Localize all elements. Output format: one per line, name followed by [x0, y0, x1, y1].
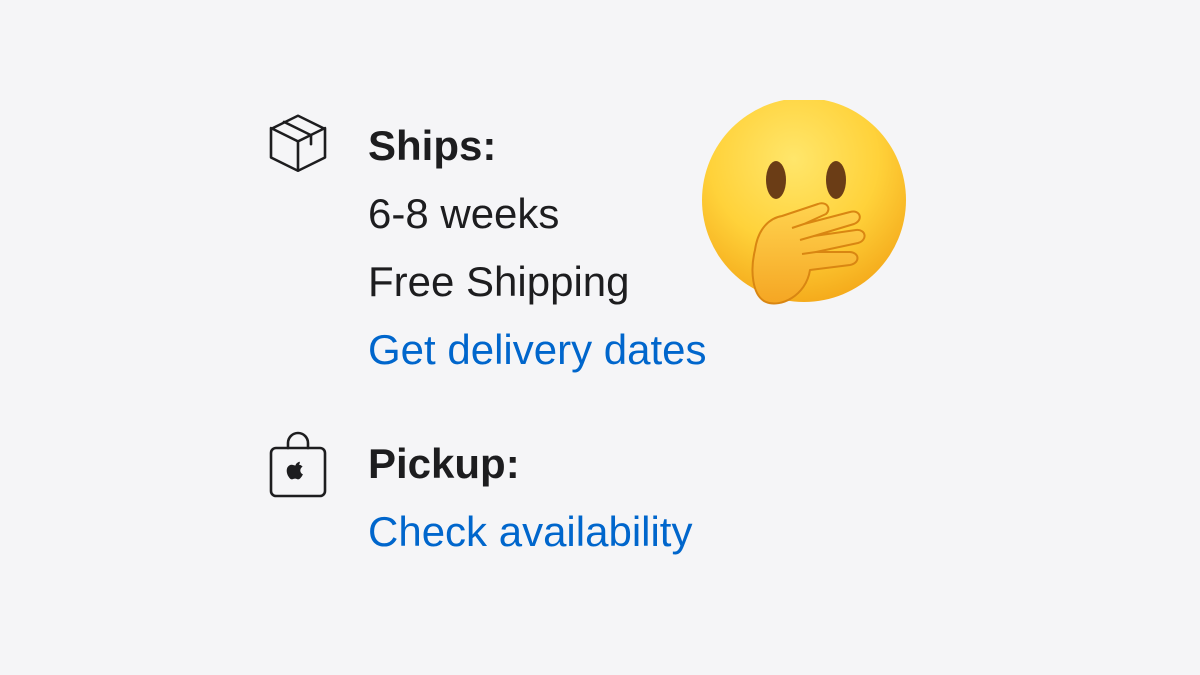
pickup-heading: Pickup: — [368, 440, 520, 487]
pickup-section: Pickup: Check availability — [268, 430, 692, 566]
box-icon — [268, 112, 328, 176]
get-delivery-dates-link[interactable]: Get delivery dates — [368, 316, 707, 384]
pickup-details: Pickup: Check availability — [368, 430, 692, 566]
free-shipping-text: Free Shipping — [368, 258, 630, 305]
face-with-hand-over-mouth-emoji-icon — [700, 98, 910, 310]
ships-heading: Ships: — [368, 122, 497, 169]
ships-section: Ships: 6-8 weeks Free Shipping Get deliv… — [268, 112, 707, 384]
pickup-row: Pickup: Check availability — [268, 430, 692, 566]
ships-lead-time: 6-8 weeks — [368, 190, 560, 237]
ships-details: Ships: 6-8 weeks Free Shipping Get deliv… — [368, 112, 707, 384]
check-availability-link[interactable]: Check availability — [368, 498, 692, 566]
shopping-bag-icon — [268, 430, 328, 498]
apple-logo-icon — [286, 461, 303, 480]
ships-row: Ships: 6-8 weeks Free Shipping Get deliv… — [268, 112, 707, 384]
